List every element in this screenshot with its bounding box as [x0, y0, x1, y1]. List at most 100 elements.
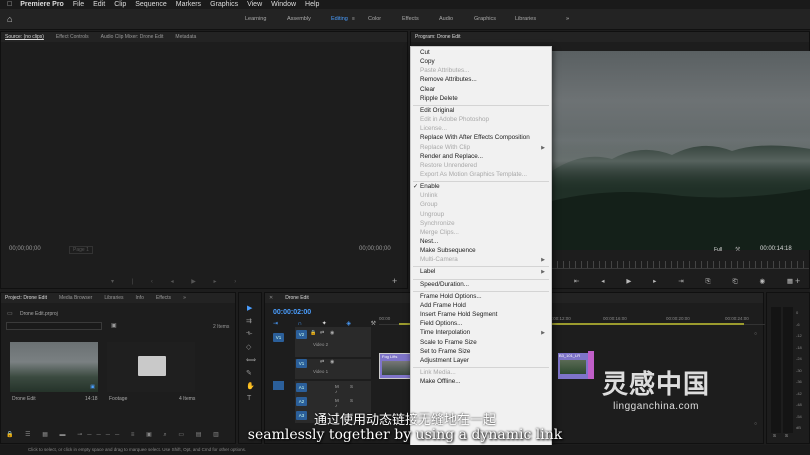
- workspace-color[interactable]: Color: [368, 16, 381, 22]
- menu-item-paste-attributes[interactable]: Paste Attributes...: [420, 67, 549, 75]
- tab-metadata[interactable]: Metadata: [175, 34, 196, 40]
- menu-item-link-media[interactable]: Link Media...: [420, 369, 549, 377]
- program-transport-controls[interactable]: ⇤ ◂ ▶ ▸ ⇥ ⎘ ⎗ ◉ ▦: [574, 277, 803, 286]
- eye-icon[interactable]: ◉: [330, 359, 334, 365]
- track-target-a1[interactable]: A1: [296, 383, 307, 392]
- wrench-icon[interactable]: ⚒: [735, 246, 740, 253]
- sync-lock-icon[interactable]: ⇄: [320, 330, 324, 336]
- menu-item-export-as-motion-graphics-template[interactable]: Export As Motion Graphics Template...: [420, 171, 549, 179]
- menu-item-license[interactable]: License...: [420, 125, 549, 133]
- home-icon[interactable]: ⌂: [7, 14, 12, 24]
- tab-effects[interactable]: Effects: [156, 295, 171, 301]
- project-item-thumb-footage[interactable]: [107, 342, 195, 392]
- menu-item-add-frame-hold[interactable]: Add Frame Hold: [420, 302, 549, 310]
- menu-item-unlink[interactable]: Unlink: [420, 192, 549, 200]
- more-workspaces-icon[interactable]: »: [566, 16, 569, 22]
- tab-project[interactable]: Project: Drone Edit: [5, 295, 47, 301]
- tab-timeline-drone-edit[interactable]: Drone Edit: [285, 295, 309, 301]
- sync-lock-icon[interactable]: ⇄: [320, 359, 324, 365]
- source-timecode-left[interactable]: 00;00;00;00: [9, 246, 41, 252]
- selection-tool-icon[interactable]: ▶: [247, 304, 252, 312]
- track-target-v2[interactable]: V2: [296, 330, 307, 339]
- tab-libraries[interactable]: Libraries: [104, 295, 123, 301]
- menu-sequence[interactable]: Sequence: [135, 1, 167, 8]
- program-time-ruler[interactable]: [551, 261, 809, 269]
- menu-item-cut[interactable]: Cut: [420, 49, 549, 57]
- menu-file[interactable]: File: [73, 1, 84, 8]
- source-page-select[interactable]: Page 1: [69, 246, 93, 254]
- menu-item-copy[interactable]: Copy: [420, 58, 549, 66]
- project-item-name[interactable]: Drone Edit: [12, 396, 36, 402]
- project-search-input[interactable]: [6, 322, 102, 330]
- menu-edit[interactable]: Edit: [93, 1, 105, 8]
- app-menu[interactable]: Premiere Pro: [20, 1, 64, 8]
- type-tool-icon[interactable]: T: [247, 395, 251, 402]
- timeline-timecode[interactable]: 00:00:02:00: [273, 309, 311, 316]
- timeline-toolbar[interactable]: ⇥ ∩ ✦ ◈ ⚒: [273, 320, 385, 327]
- menu-item-remove-attributes[interactable]: Remove Attributes...: [420, 76, 549, 84]
- menu-window[interactable]: Window: [271, 1, 296, 8]
- tab-media-browser[interactable]: Media Browser: [59, 295, 92, 301]
- menu-item-edit-in-adobe-photoshop[interactable]: Edit in Adobe Photoshop: [420, 116, 549, 124]
- project-bin-name[interactable]: Footage: [109, 396, 127, 402]
- workspace-learning[interactable]: Learning: [245, 16, 266, 22]
- program-add-button[interactable]: +: [795, 276, 800, 286]
- program-timecode[interactable]: 00:00:14:18: [760, 246, 792, 252]
- tab-program[interactable]: Program: Drone Edit: [415, 34, 461, 40]
- more-panels-icon[interactable]: »: [183, 295, 186, 301]
- workspace-graphics[interactable]: Graphics: [474, 16, 496, 22]
- source-patch-a1[interactable]: [273, 381, 284, 390]
- source-transport-controls[interactable]: ▾ | ‹ ◂ ▶ ▸ ›: [111, 278, 244, 285]
- tab-source[interactable]: Source: (no clips): [5, 34, 44, 40]
- new-bin-icon[interactable]: ▣: [111, 322, 117, 329]
- lock-icon[interactable]: 🔒: [310, 330, 316, 336]
- close-tab-icon[interactable]: ✕: [269, 295, 273, 301]
- clip-pink-marker[interactable]: [588, 351, 594, 379]
- workspace-effects[interactable]: Effects: [402, 16, 419, 22]
- menu-item-edit-original[interactable]: Edit Original: [420, 107, 549, 115]
- menu-item-frame-hold-options[interactable]: Frame Hold Options...: [420, 293, 549, 301]
- menu-item-nest[interactable]: Nest...: [420, 238, 549, 246]
- menu-clip[interactable]: Clip: [114, 1, 126, 8]
- tab-effect-controls[interactable]: Effect Controls: [56, 34, 89, 40]
- workspace-libraries[interactable]: Libraries: [515, 16, 536, 22]
- menu-item-enable[interactable]: Enable: [420, 183, 549, 191]
- clip-v1-fog-lifts[interactable]: Fog Lifts: [379, 353, 412, 379]
- menu-item-insert-frame-hold-segment[interactable]: Insert Frame Hold Segment: [420, 311, 549, 319]
- menu-item-replace-with-after-effects-composition[interactable]: Replace With After Effects Composition: [420, 134, 549, 142]
- menu-item-group[interactable]: Group: [420, 201, 549, 209]
- tab-audio-clip-mixer[interactable]: Audio Clip Mixer: Drone Edit: [101, 34, 164, 40]
- menu-item-time-interpolation[interactable]: Time Interpolation ▶: [420, 329, 549, 337]
- menu-graphics[interactable]: Graphics: [210, 1, 238, 8]
- workspace-editing[interactable]: Editing: [331, 16, 348, 22]
- menu-view[interactable]: View: [247, 1, 262, 8]
- menu-item-clear[interactable]: Clear: [420, 86, 549, 94]
- ripple-edit-tool-icon[interactable]: ⟛: [246, 330, 252, 338]
- menu-item-ungroup[interactable]: Ungroup: [420, 211, 549, 219]
- track-target-a2[interactable]: A2: [296, 397, 307, 406]
- menu-item-make-offline[interactable]: Make Offline...: [420, 378, 549, 386]
- audio-track-controls[interactable]: M S ♪: [335, 384, 371, 394]
- menu-item-scale-to-frame-size[interactable]: Scale to Frame Size: [420, 339, 549, 347]
- menu-help[interactable]: Help: [305, 1, 319, 8]
- menu-item-merge-clips[interactable]: Merge Clips...: [420, 229, 549, 237]
- pen-tool-icon[interactable]: ✎: [246, 369, 252, 377]
- menu-item-multi-camera[interactable]: Multi-Camera ▶: [420, 256, 549, 264]
- menu-item-speed-duration[interactable]: Speed/Duration...: [420, 281, 549, 289]
- menu-markers[interactable]: Markers: [176, 1, 201, 8]
- workspace-assembly[interactable]: Assembly: [287, 16, 311, 22]
- workspace-editing-menu-icon[interactable]: ≡: [352, 16, 355, 22]
- audio-track-controls[interactable]: M S ♪: [335, 398, 371, 408]
- clip-v1-b3[interactable]: B3_101_LR: [558, 353, 588, 379]
- source-patch-v1[interactable]: V1: [273, 333, 284, 342]
- program-monitor-video[interactable]: [552, 51, 810, 250]
- menu-item-restore-unrendered[interactable]: Restore Unrendered: [420, 162, 549, 170]
- apple-icon[interactable]: : [7, 1, 12, 8]
- eye-icon[interactable]: ◉: [330, 330, 334, 336]
- hand-tool-icon[interactable]: ✋: [246, 382, 255, 390]
- source-add-button[interactable]: +: [392, 276, 397, 286]
- program-fit-select[interactable]: Full: [714, 247, 722, 253]
- menu-item-adjustment-layer[interactable]: Adjustment Layer: [420, 357, 549, 365]
- track-target-v1[interactable]: V1: [296, 359, 307, 368]
- menu-item-ripple-delete[interactable]: Ripple Delete: [420, 95, 549, 103]
